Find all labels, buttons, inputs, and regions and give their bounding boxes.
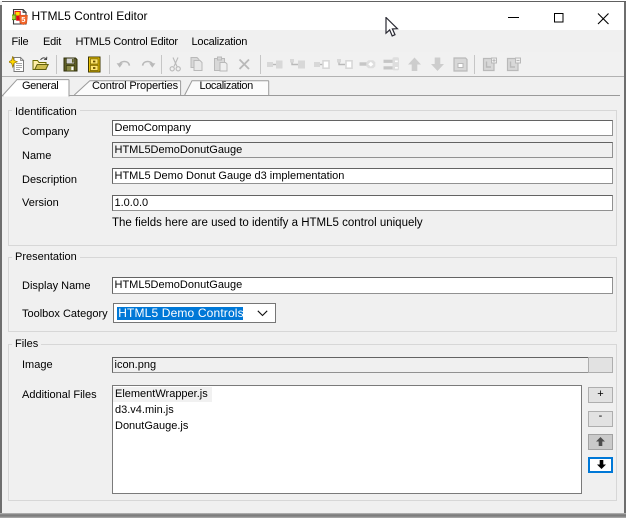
svg-text:5: 5 (21, 15, 25, 24)
